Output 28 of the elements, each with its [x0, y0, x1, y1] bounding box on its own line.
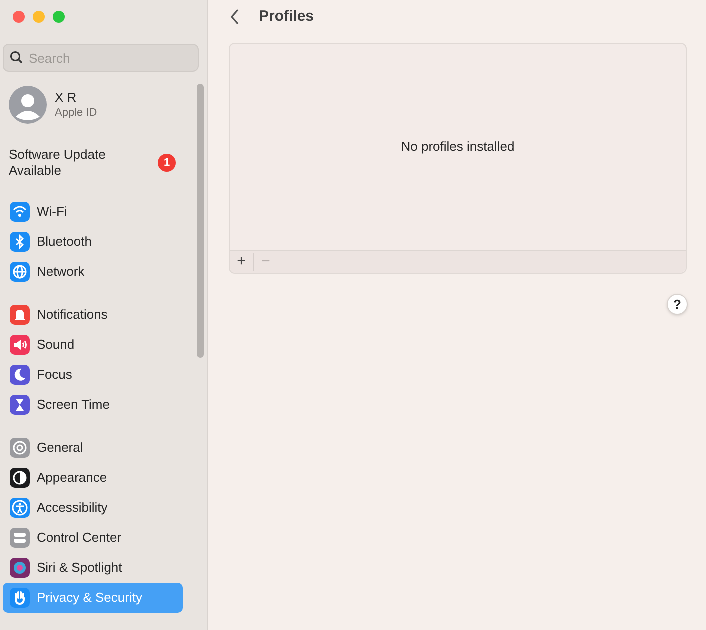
scrollbar[interactable]	[197, 84, 204, 358]
page-title: Profiles	[259, 6, 314, 27]
notification-badge: 1	[158, 154, 176, 172]
account-subtitle: Apple ID	[55, 106, 98, 120]
sidebar-item[interactable]: Wi-Fi	[3, 197, 183, 227]
account-name[interactable]: X R	[55, 90, 98, 106]
sidebar-item[interactable]: Focus	[3, 360, 183, 390]
sidebar-item[interactable]: Bluetooth	[3, 227, 183, 257]
sidebar-item[interactable]: Sound	[3, 330, 183, 360]
software-update-item[interactable]: Software Update Available	[9, 147, 129, 179]
sidebar-item[interactable]: General	[3, 433, 183, 463]
sidebar-item[interactable]: Notifications	[3, 300, 183, 330]
sidebar-item[interactable]: Network	[3, 257, 183, 287]
add-button[interactable]: +	[230, 253, 254, 271]
back-button[interactable]	[230, 9, 240, 25]
help-button[interactable]: ?	[667, 294, 688, 315]
sidebar-item[interactable]: Accessibility	[3, 493, 183, 523]
search-field[interactable]: Search	[3, 44, 199, 72]
sidebar-item[interactable]: Siri & Spotlight	[3, 553, 183, 583]
minimize-button[interactable]	[33, 11, 45, 23]
sidebar-item[interactable]: Appearance	[3, 463, 183, 493]
zoom-button[interactable]	[53, 11, 65, 23]
close-button[interactable]	[13, 11, 25, 23]
empty-message: No profiles installed	[401, 138, 515, 156]
search-icon	[10, 51, 23, 64]
sidebar-item[interactable]: Control Center	[3, 523, 183, 553]
sidebar-item[interactable]: Screen Time	[3, 390, 183, 420]
avatar-icon	[9, 86, 47, 124]
